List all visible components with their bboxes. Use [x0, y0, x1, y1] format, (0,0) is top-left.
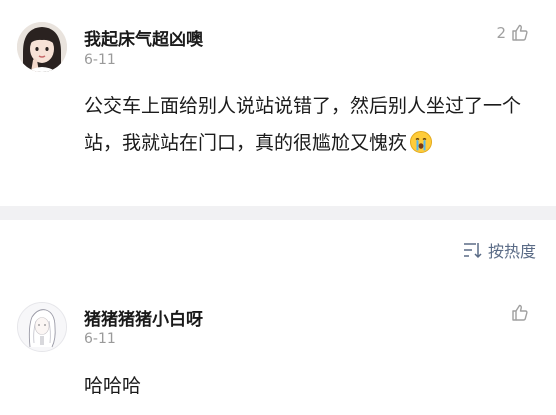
sort-label: 按热度 — [487, 242, 536, 261]
comment-item: 我起床气超凶噢 6-11 2 公交车上面给别人说站说错了，然后别人坐过了一个站，… — [0, 0, 556, 206]
comment-date: 6-11 — [84, 52, 116, 68]
sort-icon — [463, 243, 482, 259]
like-button[interactable]: 2 — [496, 23, 530, 43]
avatar-image — [18, 303, 66, 351]
comment-text: 公交车上面给别人说站说错了，然后别人坐过了一个站，我就站在门口，真的很尴尬又愧疚 — [84, 95, 522, 154]
thumbs-up-icon — [512, 24, 528, 41]
like-button[interactable] — [506, 303, 530, 323]
comment-item: 猪猪猪猪小白呀 6-11 哈哈哈 — [0, 290, 556, 415]
sort-bar: 按热度 — [0, 220, 556, 280]
thumbs-up-icon — [512, 304, 528, 321]
crying-face-icon — [409, 130, 433, 154]
avatar-image — [17, 22, 67, 72]
avatar[interactable] — [17, 302, 67, 352]
username[interactable]: 猪猪猪猪小白呀 — [84, 305, 203, 330]
comment-text: 哈哈哈 — [84, 375, 142, 397]
avatar[interactable] — [17, 22, 67, 72]
comment-date: 6-11 — [84, 331, 116, 347]
username[interactable]: 我起床气超凶噢 — [84, 25, 203, 50]
like-count: 2 — [496, 24, 506, 42]
section-divider — [0, 206, 556, 220]
sort-by-hot-button[interactable]: 按热度 — [462, 238, 536, 262]
